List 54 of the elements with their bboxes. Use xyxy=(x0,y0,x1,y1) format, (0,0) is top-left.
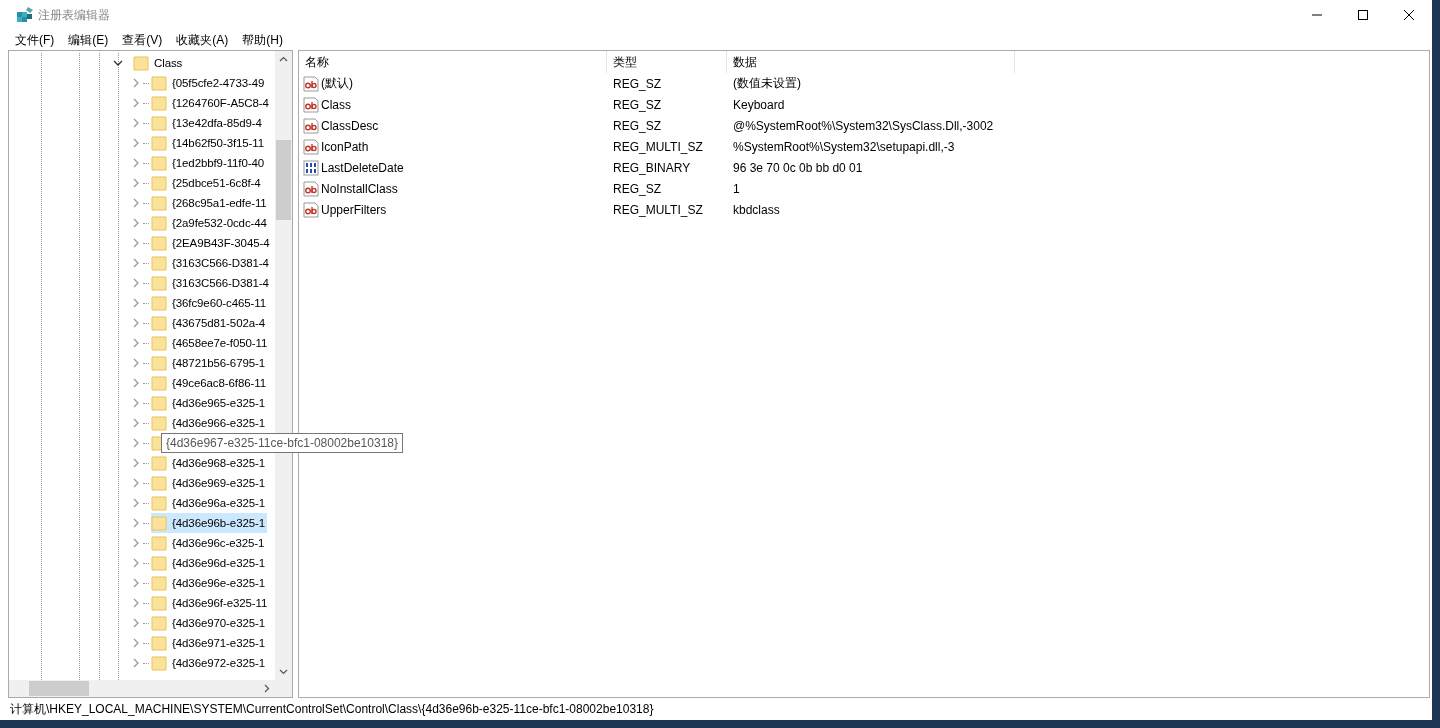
value-type: REG_SZ xyxy=(612,117,662,135)
value-type: REG_SZ xyxy=(612,96,662,114)
value-data: kbdclass xyxy=(732,201,781,219)
tree-label: {4d36e96b-e325-1 xyxy=(172,517,266,529)
value-data: @%SystemRoot%\System32\SysClass.Dll,-3002 xyxy=(732,117,995,135)
tree-label: {4d36e968-e325-1 xyxy=(172,457,266,469)
tree-label: {4d36e970-e325-1 xyxy=(172,617,266,629)
tree-label: {4d36e96d-e325-1 xyxy=(172,557,266,569)
tree-label: {4d36e96c-e325-1 xyxy=(172,537,265,549)
value-name: Class xyxy=(321,97,351,112)
value-data: 96 3e 70 0c 0b bb d0 01 xyxy=(732,159,864,177)
value-name: (默认) xyxy=(321,75,353,92)
value-type: REG_MULTI_SZ xyxy=(612,201,704,219)
value-data: %SystemRoot%\System32\setupapi.dll,-3 xyxy=(732,138,956,156)
tree-label: {3163C566-D381-4 xyxy=(172,257,269,269)
tree-label: {36fc9e60-c465-11 xyxy=(172,297,266,309)
tree-label: {43675d81-502a-4 xyxy=(172,317,266,329)
value-name: ClassDesc xyxy=(321,118,379,133)
tree-label: {4d36e972-e325-1 xyxy=(172,657,266,669)
tree-label: {4d36e971-e325-1 xyxy=(172,637,266,649)
tree-label: {4d36e96f-e325-11 xyxy=(172,597,268,609)
tree-label: {1264760F-A5C8-4 xyxy=(172,97,269,109)
tree-label: {1ed2bbf9-11f0-40 xyxy=(172,157,265,169)
value-type: REG_MULTI_SZ xyxy=(612,138,704,156)
value-name: IconPath xyxy=(321,139,369,154)
tree-label: {4d36e969-e325-1 xyxy=(172,477,266,489)
tree-label: {2EA9B43F-3045-4 xyxy=(172,237,270,249)
tree-label: {25dbce51-6c8f-4 xyxy=(172,177,261,189)
tree-label: {49ce6ac8-6f86-11 xyxy=(172,377,266,389)
status-path: 计算机\HKEY_LOCAL_MACHINE\SYSTEM\CurrentControlSet\Control\Class\{4d36e96b-e325-11ce-bfc1-08002be10318} xyxy=(10,702,654,716)
value-type: REG_SZ xyxy=(612,180,662,198)
tree-label: {14b62f50-3f15-11 xyxy=(172,137,265,149)
value-name: LastDeleteDate xyxy=(321,160,404,175)
tree-label: {4d36e96a-e325-1 xyxy=(172,497,266,509)
tree-label: Class xyxy=(154,57,183,69)
tooltip: {4d36e967-e325-11ce-bfc1-08002be10318} xyxy=(161,433,403,453)
value-data: 1 xyxy=(732,180,741,198)
value-name: NoInstallClass xyxy=(321,181,398,196)
tree-label: {4d36e965-e325-1 xyxy=(172,397,266,409)
tree-label: {48721b56-6795-1 xyxy=(172,357,266,369)
tree-label: {13e42dfa-85d9-4 xyxy=(172,117,262,129)
tree-label: {4d36e96e-e325-1 xyxy=(172,577,266,589)
tree-label: {4d36e966-e325-1 xyxy=(172,417,266,429)
tree-label: {2a9fe532-0cdc-44 xyxy=(172,217,267,229)
tree-label: {268c95a1-edfe-11 xyxy=(172,197,267,209)
tree-label: {05f5cfe2-4733-49 xyxy=(172,77,265,89)
value-type: REG_BINARY xyxy=(612,159,692,177)
tree-label: {3163C566-D381-4 xyxy=(172,277,269,289)
value-data: Keyboard xyxy=(732,96,786,114)
tree-label: {4658ee7e-f050-11 xyxy=(172,337,268,349)
value-data: (数值未设置) xyxy=(732,75,802,92)
value-name: UpperFilters xyxy=(321,202,387,217)
value-type: REG_SZ xyxy=(612,75,662,93)
window-title: 注册表编辑器 xyxy=(38,6,110,24)
